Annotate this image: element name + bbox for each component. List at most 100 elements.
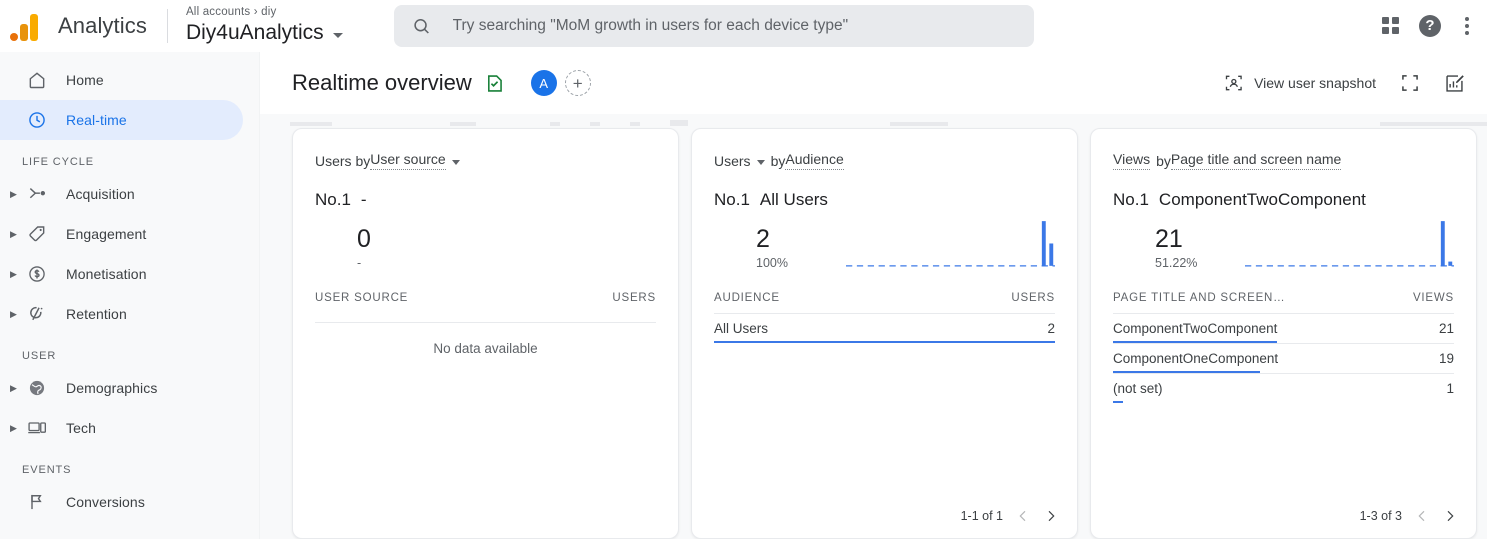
card-big-number: 2 (756, 224, 834, 254)
table-row-metric: 1 (1446, 381, 1454, 396)
pagination: 1-1 of 1 (961, 508, 1059, 524)
sidebar-item-tech[interactable]: ▶ Tech (0, 408, 243, 448)
chevron-right-icon: ▶ (10, 383, 24, 394)
property-name: Diy4uAnalytics (186, 20, 324, 46)
chevron-right-icon: ▶ (10, 309, 24, 320)
column-header-metric: USERS (1011, 292, 1055, 304)
card-percent: - (357, 256, 435, 270)
sidebar: Home Real-time LIFE CYCLE ▶ Acquisition … (0, 52, 260, 539)
card-title-metric[interactable]: Users (714, 153, 751, 169)
view-user-snapshot-button[interactable]: View user snapshot (1224, 73, 1376, 93)
account-selector[interactable]: All accounts › diy Diy4uAnalytics (186, 5, 376, 46)
sidebar-item-acquisition[interactable]: ▶ Acquisition (0, 174, 243, 214)
card-rank-label: No.1 (1113, 190, 1149, 210)
edit-chart-icon[interactable] (1444, 73, 1465, 94)
chevron-down-icon[interactable] (452, 160, 460, 165)
chevron-right-icon: ▶ (10, 269, 24, 280)
card-percent: 100% (756, 256, 834, 270)
card-title-by: by (771, 153, 786, 169)
insights-doc-check-icon[interactable] (484, 73, 505, 94)
analytics-logo-icon (10, 11, 44, 41)
devices-icon (26, 417, 48, 439)
help-icon[interactable]: ? (1419, 15, 1441, 37)
sidebar-item-label: Home (66, 72, 104, 88)
table-row-metric: 2 (1047, 321, 1055, 336)
page-header: Realtime overview A + View user snapshot (260, 52, 1487, 114)
sidebar-item-home[interactable]: Home (0, 60, 243, 100)
table-row-bar (1113, 401, 1123, 404)
fullscreen-icon[interactable] (1400, 73, 1420, 93)
add-user-button[interactable]: + (565, 70, 591, 96)
sidebar-section-user: USER (0, 334, 259, 368)
table-row-dimension: (not set) (1113, 381, 1163, 396)
chevron-down-icon (333, 33, 343, 38)
clock-icon (26, 109, 48, 131)
column-header-dimension: PAGE TITLE AND SCREEN… (1113, 292, 1285, 304)
home-icon (26, 69, 48, 91)
sidebar-item-conversions[interactable]: Conversions (0, 482, 243, 522)
column-header-dimension: USER SOURCE (315, 292, 408, 304)
card-title[interactable]: Views by Page title and screen name (1113, 151, 1454, 170)
sidebar-item-real-time[interactable]: Real-time (0, 100, 243, 140)
sidebar-item-demographics[interactable]: ▶ Demographics (0, 368, 243, 408)
table-row-bar (714, 341, 1055, 344)
sidebar-section-life-cycle: LIFE CYCLE (0, 140, 259, 174)
sparkline-chart (846, 218, 1055, 270)
card-title-metric[interactable]: Views (1113, 151, 1150, 170)
chevron-down-icon[interactable] (757, 160, 765, 165)
avatar[interactable]: A (531, 70, 557, 96)
previous-page-button[interactable] (1015, 508, 1031, 524)
table-row-metric: 21 (1439, 321, 1454, 336)
sidebar-item-monetisation[interactable]: ▶ Monetisation (0, 254, 243, 294)
card-rank-label: No.1 (315, 190, 351, 210)
card-title-dimension[interactable]: Audience (785, 151, 843, 170)
next-page-button[interactable] (1442, 508, 1458, 524)
acquisition-icon (26, 183, 48, 205)
card-title[interactable]: Users by Audience (714, 151, 1055, 170)
sidebar-item-retention[interactable]: ▶ Retention (0, 294, 243, 334)
data-table: All Users 2 (714, 313, 1055, 343)
previous-page-button[interactable] (1414, 508, 1430, 524)
sidebar-item-engagement[interactable]: ▶ Engagement (0, 214, 243, 254)
sidebar-item-label: Retention (66, 306, 127, 322)
empty-state-message: No data available (315, 322, 656, 356)
sidebar-item-label: Acquisition (66, 186, 135, 202)
sidebar-item-label: Real-time (66, 112, 127, 128)
card-users-by-audience: Users by Audience No.1 All Users 2 100% … (691, 128, 1078, 539)
table-row[interactable]: ComponentOneComponent19 (1113, 343, 1454, 373)
card-big-number: 0 (357, 224, 435, 254)
view-user-snapshot-label: View user snapshot (1254, 75, 1376, 91)
card-rank-label: No.1 (714, 190, 750, 210)
scrolled-content-sliver (260, 114, 1487, 128)
realtime-cards-container: Users by User source No.1 - 0 - USER SOU… (260, 128, 1487, 539)
sidebar-item-label: Demographics (66, 380, 157, 396)
search-bar[interactable] (394, 5, 1034, 47)
pagination-range: 1-1 of 1 (961, 509, 1003, 523)
dollar-circle-icon (26, 263, 48, 285)
table-row[interactable]: ComponentTwoComponent21 (1113, 313, 1454, 343)
card-title-metric: Users by (315, 153, 370, 169)
card-percent: 51.22% (1155, 256, 1233, 270)
sparkline-chart (1245, 218, 1454, 270)
search-input[interactable] (453, 17, 1016, 35)
card-rank-value: All Users (760, 190, 828, 210)
table-row-dimension: All Users (714, 321, 768, 336)
more-options-icon[interactable] (1461, 17, 1473, 35)
table-row[interactable]: All Users 2 (714, 313, 1055, 343)
table-row[interactable]: (not set) 1 (1113, 373, 1454, 403)
chevron-right-icon: ▶ (10, 189, 24, 200)
card-title-by: by (1156, 153, 1171, 169)
apps-grid-icon[interactable] (1382, 17, 1399, 34)
pagination-range: 1-3 of 3 (1360, 509, 1402, 523)
next-page-button[interactable] (1043, 508, 1059, 524)
card-title-dimension[interactable]: Page title and screen name (1171, 151, 1341, 170)
top-bar: Analytics All accounts › diy Diy4uAnalyt… (0, 0, 1487, 52)
card-rank-value: - (361, 190, 367, 210)
retention-icon (26, 303, 48, 325)
search-icon (412, 16, 431, 36)
card-title[interactable]: Users by User source (315, 151, 656, 170)
data-table: ComponentTwoComponent21ComponentOneCompo… (1113, 313, 1454, 403)
card-title-dimension[interactable]: User source (370, 151, 445, 170)
sidebar-item-label: Tech (66, 420, 96, 436)
column-header-dimension: AUDIENCE (714, 292, 780, 304)
